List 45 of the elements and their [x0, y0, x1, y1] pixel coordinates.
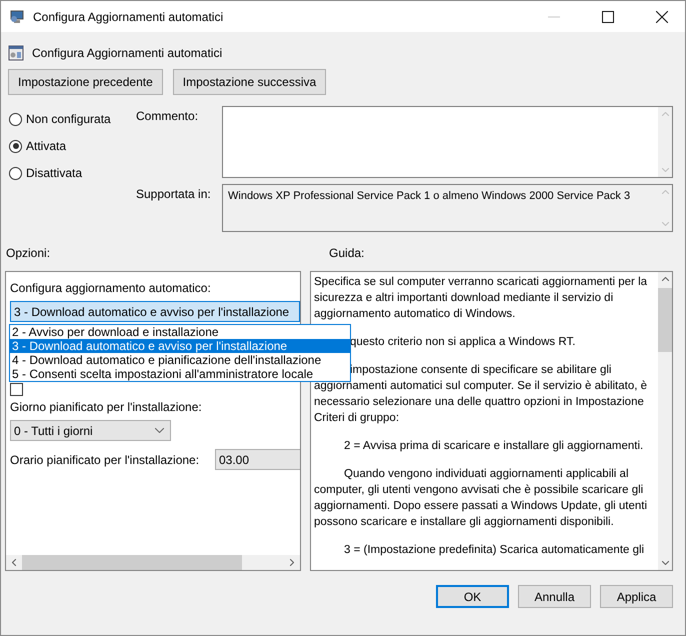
radio-label[interactable]: Non configurata [26, 112, 111, 126]
comment-label: Commento: [136, 108, 200, 125]
radio-button[interactable] [9, 140, 22, 152]
supported-field: Windows XP Professional Service Pack 1 o almeno Windows 2000 Service Pack 3 [222, 184, 673, 232]
scroll-right-icon[interactable] [290, 559, 294, 566]
radio-label[interactable]: Attivata [26, 139, 66, 153]
help-label: Guida: [329, 246, 364, 262]
radio-button[interactable] [9, 166, 22, 180]
dialog-button[interactable]: Annulla [518, 585, 591, 608]
chevron-icon [155, 428, 164, 433]
checkbox[interactable] [10, 383, 23, 396]
close-icon[interactable] [656, 10, 668, 22]
maximize-icon[interactable] [602, 10, 614, 22]
scroll-thumb[interactable] [658, 288, 672, 352]
scroll-up-icon[interactable] [662, 277, 668, 281]
help-paragraph: Quando vengono individuati aggiornamenti applicabili al computer, gli utenti vengono avvisati che è possibile scaricare gli aggiornamenti. Dopo essere passati a Windows Update, gli utenti possono scaricare e installare gli aggiornamenti disponibili. [314, 467, 648, 530]
computer-icon [9, 8, 25, 24]
policy-icon [8, 45, 24, 61]
dialog-button[interactable]: Applica [600, 585, 673, 608]
window-title: Configura Aggiornamenti automatici [33, 10, 224, 24]
dropdown-option[interactable]: 2 - Avviso per download e installazione [10, 325, 350, 339]
time-dropdown[interactable]: 03.00 [215, 449, 300, 470]
vertical-scrollbar[interactable] [658, 272, 672, 570]
nav-button[interactable]: Impostazione successiva [172, 69, 326, 95]
radio-button[interactable] [9, 112, 22, 126]
day-label: Giorno pianificato per l'installazione: [10, 400, 203, 414]
dropdown-option[interactable]: 3 - Download automatico e avviso per l'installazione [10, 339, 350, 353]
policy-title: Configura Aggiornamenti automatici [32, 46, 222, 60]
options-label: Opzioni: [6, 246, 50, 262]
config-label: Configura aggiornamento automatico: [10, 281, 212, 295]
dialog-button[interactable]: OK [436, 585, 509, 608]
help-paragraph: 2 = Avvisa prima di scaricare e installare gli aggiornamenti. [343, 439, 644, 454]
day-dropdown[interactable]: 0 - Tutti i giorni [10, 420, 171, 441]
help-paragraph: 3 = (Impostazione predefinita) Scarica automaticamente gli [343, 543, 646, 558]
nav-button[interactable]: Impostazione precedente [8, 69, 163, 95]
help-paragraph: Specifica se sul computer verranno scaricati aggiornamenti per la sicurezza e altri importanti download mediante il servizio di aggiornamento automatico di Windows. [314, 275, 648, 322]
horizontal-scrollbar[interactable] [6, 555, 300, 570]
config-dropdown[interactable]: 3 - Download automatico e avviso per l'installazione [10, 301, 300, 322]
help-paragraph: questo criterio non si applica a Windows RT. [349, 335, 576, 350]
radio-label[interactable]: Disattivata [26, 166, 82, 180]
dropdown-option[interactable]: 4 - Download automatico e pianificazione dell'installazione [10, 353, 350, 367]
scroll-down-icon[interactable] [662, 561, 668, 565]
scroll-left-icon[interactable] [12, 559, 16, 566]
time-label: Orario pianificato per l'installazione: [10, 452, 200, 466]
supported-label: Supportata in: [136, 186, 212, 203]
